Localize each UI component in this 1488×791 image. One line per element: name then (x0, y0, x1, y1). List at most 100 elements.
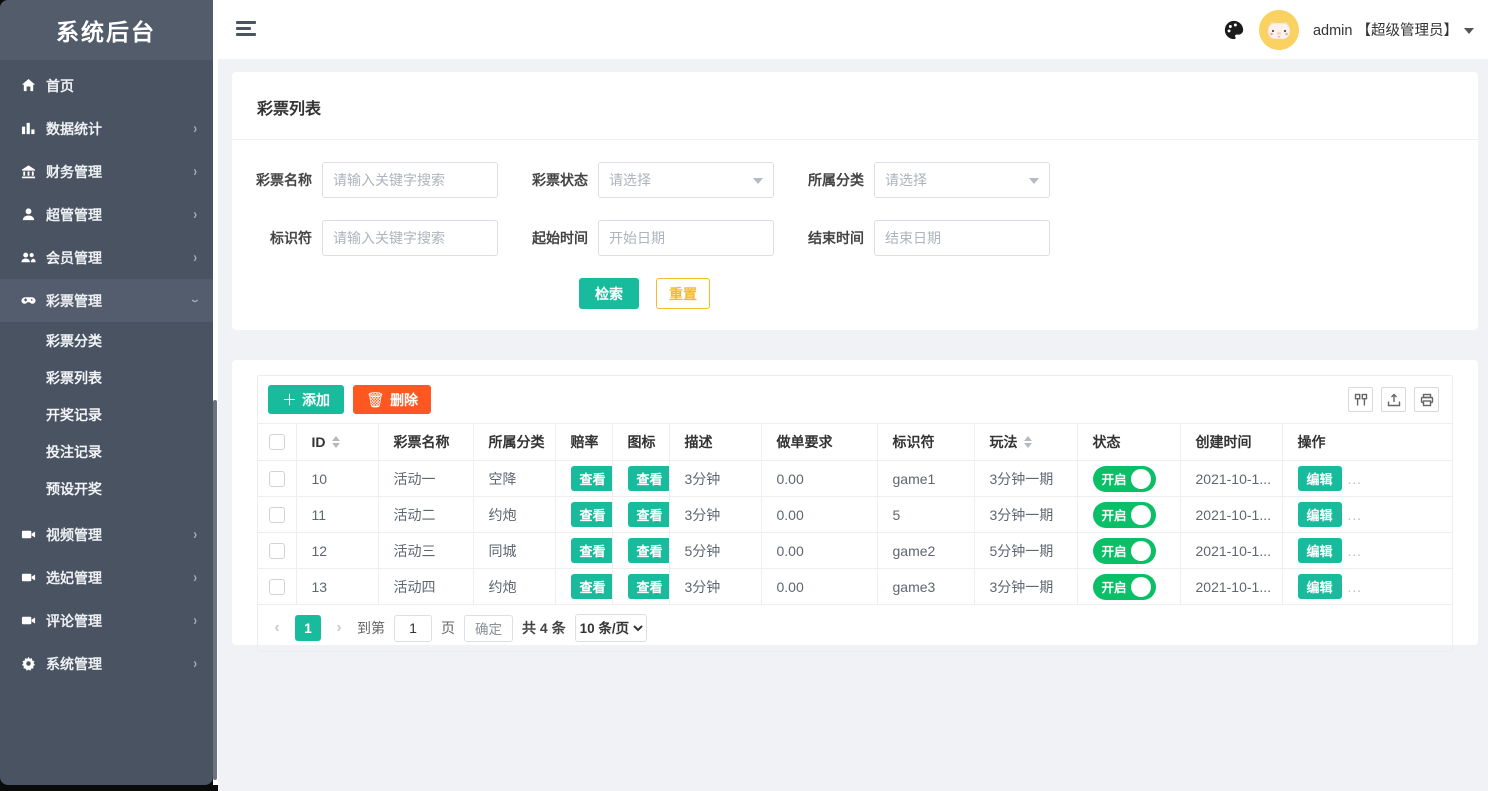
toggle-knob (1131, 469, 1151, 489)
select-all-checkbox[interactable] (269, 434, 285, 450)
sidebar-item-finance[interactable]: 财务管理 › (0, 150, 213, 193)
status-toggle[interactable]: 开启 (1093, 574, 1156, 600)
sort-id-icon[interactable] (332, 436, 340, 448)
gear-icon (20, 656, 36, 672)
sidebar-item-superadmin[interactable]: 超管管理 › (0, 193, 213, 236)
view-icon-button[interactable]: 查看 (628, 466, 670, 491)
lottery-name-input[interactable] (333, 172, 487, 188)
video-camera-icon (20, 613, 36, 629)
app-logo: 系统后台 (0, 0, 213, 60)
chevron-right-icon: › (193, 570, 197, 586)
user-icon (20, 207, 36, 223)
sidebar-subitem-bet-records[interactable]: 投注记录 (0, 433, 213, 470)
toggle-knob (1131, 577, 1151, 597)
reset-button[interactable]: 重置 (656, 278, 710, 309)
table-toolbar: ＋ 添加 🗑 删除 (258, 376, 1452, 423)
sidebar-subitem-lottery-category[interactable]: 彩票分类 (0, 322, 213, 359)
status-toggle[interactable]: 开启 (1093, 538, 1156, 564)
category-select[interactable]: 请选择 (874, 162, 1050, 198)
lottery-name-label: 彩票名称 (232, 170, 322, 190)
row-checkbox[interactable] (269, 507, 285, 523)
sidebar-item-comments[interactable]: 评论管理 › (0, 599, 213, 642)
table-row: 10 活动一 空降 查看 查看 3分钟 0.00 game1 3分钟一期 开启 … (258, 461, 1452, 497)
sidebar-item-members[interactable]: 会员管理 › (0, 236, 213, 279)
export-icon (1387, 393, 1401, 407)
page-title: 彩票列表 (232, 72, 1478, 139)
chevron-right-icon: › (193, 656, 197, 672)
sidebar-scrollbar-thumb[interactable] (213, 400, 217, 780)
sidebar-item-video[interactable]: 视频管理 › (0, 513, 213, 556)
lottery-submenu: 彩票分类 彩票列表 开奖记录 投注记录 预设开奖 (0, 322, 213, 507)
table-row: 13 活动四 约炮 查看 查看 3分钟 0.00 game3 3分钟一期 开启 … (258, 569, 1452, 605)
edit-button[interactable]: 编辑 (1298, 502, 1342, 527)
user-avatar[interactable] (1259, 10, 1299, 50)
lottery-table: ID 彩票名称 所属分类 赔率 图标 描述 做单要求 标识符 玩法 状态 创建时… (258, 423, 1452, 605)
view-icon-button[interactable]: 查看 (628, 574, 670, 599)
end-date-input[interactable] (885, 230, 1039, 246)
edit-button[interactable]: 编辑 (1298, 574, 1342, 599)
collapse-menu-icon[interactable] (236, 21, 256, 37)
bank-icon (20, 164, 36, 180)
sidebar-item-stats[interactable]: 数据统计 › (0, 107, 213, 150)
sidebar-item-system[interactable]: 系统管理 › (0, 642, 213, 685)
status-toggle[interactable]: 开启 (1093, 466, 1156, 492)
confirm-page-button[interactable]: 确定 (464, 615, 513, 642)
add-button[interactable]: ＋ 添加 (268, 385, 344, 414)
more-actions: ... (1348, 543, 1363, 559)
toggle-knob (1131, 541, 1151, 561)
more-actions: ... (1348, 507, 1363, 523)
home-icon (20, 78, 36, 94)
search-button[interactable]: 检索 (579, 278, 639, 309)
chevron-right-icon: › (193, 527, 197, 543)
chevron-right-icon: › (193, 121, 197, 137)
view-odds-button[interactable]: 查看 (571, 466, 613, 491)
row-checkbox[interactable] (269, 471, 285, 487)
goto-page-input[interactable] (394, 615, 432, 642)
export-button[interactable] (1381, 387, 1406, 412)
next-page-button[interactable]: › (330, 619, 348, 637)
start-date-input[interactable] (609, 230, 763, 246)
identifier-input[interactable] (333, 230, 487, 246)
more-actions: ... (1348, 471, 1363, 487)
top-bar: admin 【超级管理员】 (218, 0, 1488, 59)
table-card: ＋ 添加 🗑 删除 (232, 360, 1478, 645)
sidebar-subitem-draw-records[interactable]: 开奖记录 (0, 396, 213, 433)
edit-button[interactable]: 编辑 (1298, 466, 1342, 491)
status-toggle[interactable]: 开启 (1093, 502, 1156, 528)
sidebar-item-xuanfei[interactable]: 选妃管理 › (0, 556, 213, 599)
video-camera-icon (20, 527, 36, 543)
view-odds-button[interactable]: 查看 (571, 574, 613, 599)
chevron-right-icon: › (193, 250, 197, 266)
theme-palette-icon[interactable] (1223, 19, 1245, 41)
caret-down-icon (1464, 28, 1474, 34)
sidebar-item-home[interactable]: 首页 (0, 64, 213, 107)
view-icon-button[interactable]: 查看 (628, 502, 670, 527)
row-checkbox[interactable] (269, 543, 285, 559)
sort-play-icon[interactable] (1024, 436, 1032, 448)
view-odds-button[interactable]: 查看 (571, 538, 613, 563)
filter-columns-button[interactable] (1348, 387, 1373, 412)
view-icon-button[interactable]: 查看 (628, 538, 670, 563)
goto-prefix: 到第 (357, 618, 385, 638)
sidebar-subitem-lottery-list[interactable]: 彩票列表 (0, 359, 213, 396)
per-page-select[interactable]: 10 条/页 (575, 614, 647, 642)
table-row: 11 活动二 约炮 查看 查看 3分钟 0.00 5 3分钟一期 开启 2021… (258, 497, 1452, 533)
table-header-row: ID 彩票名称 所属分类 赔率 图标 描述 做单要求 标识符 玩法 状态 创建时… (258, 424, 1452, 461)
current-page-button[interactable]: 1 (295, 615, 321, 641)
toggle-knob (1131, 505, 1151, 525)
user-menu[interactable]: admin 【超级管理员】 (1313, 19, 1474, 40)
sidebar-item-lottery[interactable]: 彩票管理 › (0, 279, 213, 322)
delete-button[interactable]: 🗑 删除 (353, 385, 431, 414)
more-actions: ... (1348, 579, 1363, 595)
lottery-status-select[interactable]: 请选择 (598, 162, 774, 198)
print-button[interactable] (1414, 387, 1439, 412)
edit-button[interactable]: 编辑 (1298, 538, 1342, 563)
trash-icon: 🗑 (366, 391, 385, 409)
view-odds-button[interactable]: 查看 (571, 502, 613, 527)
video-camera-icon (20, 570, 36, 586)
sidebar-subitem-preset-draw[interactable]: 预设开奖 (0, 470, 213, 507)
prev-page-button[interactable]: ‹ (268, 619, 286, 637)
end-time-label: 结束时间 (784, 228, 874, 248)
row-checkbox[interactable] (269, 579, 285, 595)
lottery-status-label: 彩票状态 (508, 170, 598, 190)
